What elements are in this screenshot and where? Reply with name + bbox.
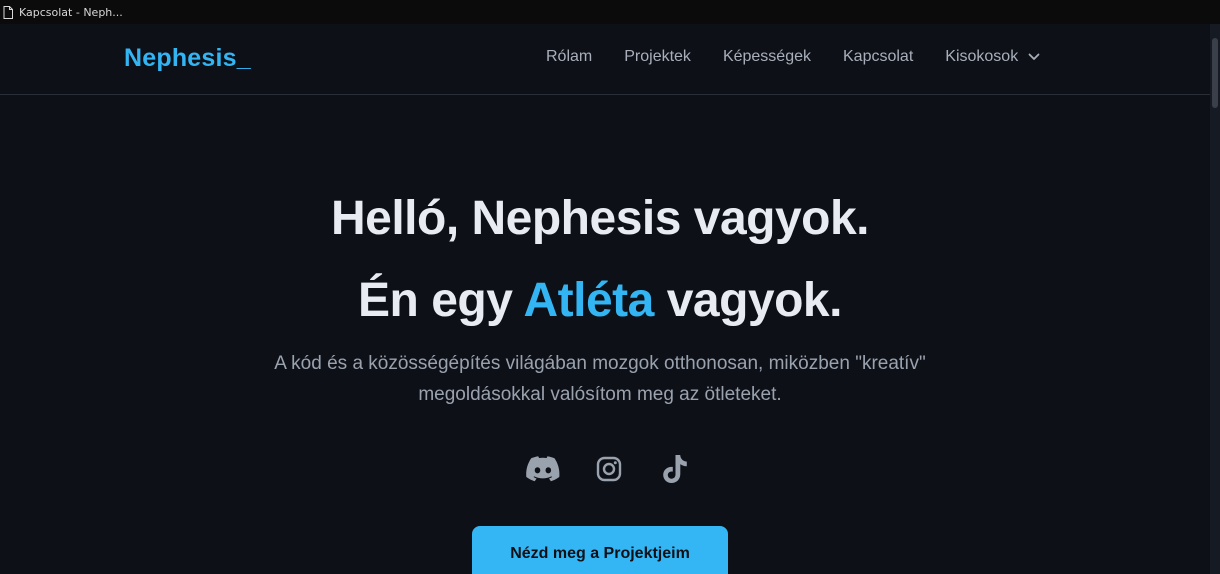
hero-heading-line1: Helló, Nephesis vagyok. bbox=[330, 192, 870, 245]
hero-subtitle-line1: A kód és a közösségépítés világában mozg… bbox=[274, 353, 926, 374]
hero-typed-role: Atléta bbox=[523, 274, 654, 327]
nav-dropdown-label: Kisokosok bbox=[945, 48, 1019, 65]
page-scrollbar[interactable] bbox=[1210, 24, 1220, 574]
browser-tab[interactable]: Kapcsolat - Neph... bbox=[0, 0, 123, 24]
hero-heading-suffix: vagyok. bbox=[666, 274, 843, 327]
tiktok-icon[interactable] bbox=[657, 451, 693, 487]
site-logo[interactable]: Nephesis_ bbox=[124, 44, 251, 73]
hero-subtitle-line2: megoldásokkal valósítom meg az ötleteket… bbox=[418, 384, 782, 405]
nav-link-rolam[interactable]: Rólam bbox=[546, 48, 592, 66]
nav-link-kapcsolat[interactable]: Kapcsolat bbox=[843, 48, 913, 66]
view-projects-button[interactable]: Nézd meg a Projektjeim bbox=[472, 526, 728, 574]
discord-icon[interactable] bbox=[525, 451, 561, 487]
chevron-down-icon bbox=[1028, 53, 1040, 60]
hero-heading-line2: Én egy Atléta vagyok. bbox=[0, 273, 1200, 328]
hero-heading-prefix: Én egy bbox=[358, 274, 513, 327]
nav-dropdown-kisokosok[interactable]: Kisokosok bbox=[945, 48, 1040, 66]
scrollbar-thumb[interactable] bbox=[1212, 38, 1218, 108]
instagram-icon[interactable] bbox=[591, 451, 627, 487]
hero-section: Helló, Nephesis vagyok. Én egy Atléta va… bbox=[0, 95, 1210, 574]
nav-link-projektek[interactable]: Projektek bbox=[624, 48, 691, 66]
social-links bbox=[525, 451, 693, 487]
nav-link-kepessegek[interactable]: Képességek bbox=[723, 48, 811, 66]
site-header: Nephesis_ Rólam Projektek Képességek Kap… bbox=[0, 24, 1210, 95]
document-icon bbox=[3, 5, 13, 19]
main-menu: Rólam Projektek Képességek Kapcsolat Kis… bbox=[546, 48, 1040, 66]
hero-subtitle: A kód és a közösségépítés világában mozg… bbox=[225, 348, 975, 410]
browser-tab-strip: Kapcsolat - Neph... bbox=[0, 0, 1220, 24]
browser-tab-title: Kapcsolat - Neph... bbox=[19, 5, 123, 19]
